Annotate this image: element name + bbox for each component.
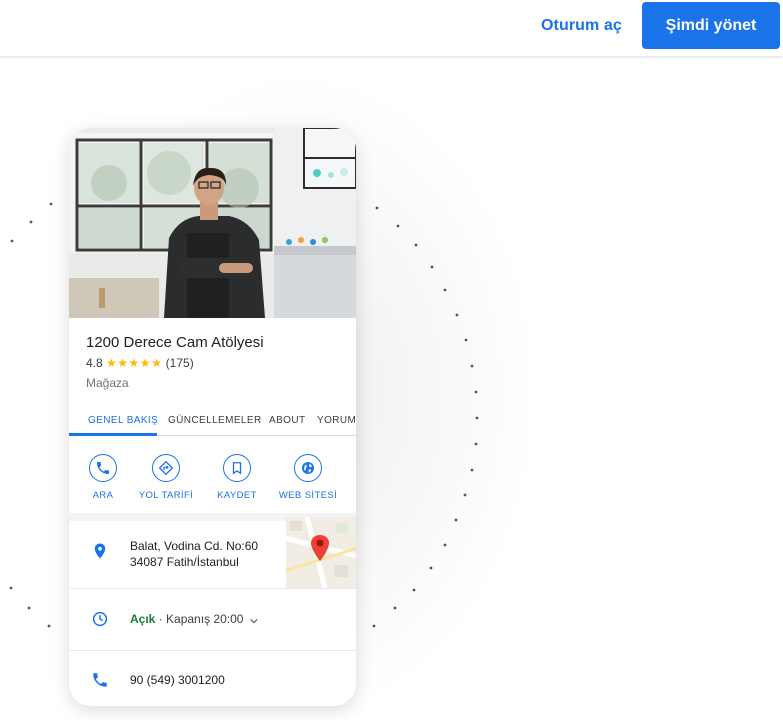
dot <box>375 206 379 210</box>
dot <box>430 265 434 269</box>
dot <box>10 239 14 243</box>
dot <box>470 364 474 368</box>
dot <box>474 442 478 446</box>
phone-icon <box>89 454 117 482</box>
action-buttons: ARA YOL TARİFİ KAYDET WEB SİTESİ <box>69 448 356 513</box>
business-profile-card: 1200 Derece Cam Atölyesi 4.8 ★★★★★ (175)… <box>69 128 356 706</box>
address-line-2: 34087 Fatih/İstanbul <box>130 555 239 569</box>
globe-icon <box>294 454 322 482</box>
directions-button[interactable]: YOL TARİFİ <box>126 454 206 501</box>
dot <box>443 288 447 292</box>
dot <box>475 416 479 420</box>
dot <box>29 220 33 224</box>
tab-about[interactable]: ABOUT <box>269 415 305 426</box>
business-photo <box>69 128 356 318</box>
dot <box>443 543 447 547</box>
dot <box>455 313 459 317</box>
dot <box>396 224 400 228</box>
tab-updates[interactable]: GÜNCELLEMELER <box>168 415 262 426</box>
save-button[interactable]: KAYDET <box>197 454 277 501</box>
clock-icon <box>92 611 108 627</box>
location-pin-icon <box>94 543 106 559</box>
review-count[interactable]: (175) <box>166 356 194 370</box>
dot <box>464 338 468 342</box>
phone-icon <box>93 673 107 687</box>
business-name: 1200 Derece Cam Atölyesi <box>86 334 264 351</box>
rating-value: 4.8 <box>86 356 103 370</box>
dot <box>414 243 418 247</box>
dot <box>474 390 478 394</box>
website-label: WEB SİTESİ <box>278 490 338 501</box>
hours-text: Açık · Kapanış 20:00 <box>130 612 258 627</box>
save-label: KAYDET <box>217 490 257 501</box>
bookmark-icon <box>223 454 251 482</box>
tab-reviews[interactable]: YORUMLAR <box>317 415 356 426</box>
active-tab-indicator <box>69 433 157 436</box>
rating-row: 4.8 ★★★★★ (175) <box>86 356 194 370</box>
dot <box>393 606 397 610</box>
manage-now-button[interactable]: Şimdi yönet <box>642 2 780 49</box>
closing-time: Kapanış 20:00 <box>166 612 244 626</box>
dot <box>47 624 51 628</box>
signin-link[interactable]: Oturum aç <box>541 17 622 35</box>
dot <box>454 518 458 522</box>
dot <box>27 606 31 610</box>
rating-stars: ★★★★★ <box>106 356 163 370</box>
dot <box>412 588 416 592</box>
business-category: Mağaza <box>86 376 129 390</box>
phone-number: 90 (549) 3001200 <box>130 673 225 687</box>
workshop-photo-illustration <box>69 128 356 318</box>
hours-row[interactable]: Açık · Kapanış 20:00 <box>69 588 356 650</box>
dot <box>429 566 433 570</box>
mini-map[interactable] <box>286 517 356 588</box>
chevron-down-icon[interactable] <box>250 613 258 627</box>
phone-row[interactable]: 90 (549) 3001200 <box>69 651 356 706</box>
hours-separator: · <box>155 612 167 626</box>
directions-label: YOL TARİFİ <box>138 490 194 501</box>
dot <box>372 624 376 628</box>
website-button[interactable]: WEB SİTESİ <box>268 454 348 501</box>
tab-overview[interactable]: GENEL BAKIŞ <box>88 415 158 426</box>
dot <box>463 493 467 497</box>
profile-tabs: GENEL BAKIŞ GÜNCELLEMELER ABOUT YORUMLAR <box>69 406 356 436</box>
dot <box>470 468 474 472</box>
top-bar: Oturum aç Şimdi yönet <box>0 0 783 56</box>
dot <box>49 202 53 206</box>
address-line-1: Balat, Vodina Cd. No:60 <box>130 539 259 553</box>
dot <box>9 586 13 590</box>
address-text: Balat, Vodina Cd. No:60 34087 Fatih/İsta… <box>130 538 258 570</box>
open-status: Açık <box>130 612 156 626</box>
directions-icon <box>152 454 180 482</box>
map-illustration <box>286 517 356 588</box>
